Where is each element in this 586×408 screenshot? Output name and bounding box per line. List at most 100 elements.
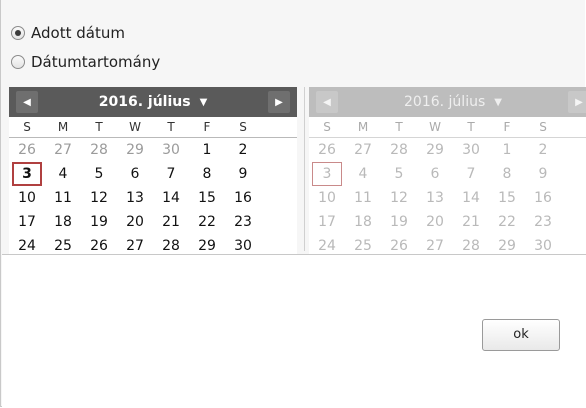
week-row: 34 5 6 7 8 9 xyxy=(309,162,586,186)
day-cell: 12 xyxy=(390,190,408,206)
radio-button-checked[interactable] xyxy=(11,26,25,40)
month-label: 2016. július xyxy=(404,94,486,110)
day-cell[interactable]: 18 xyxy=(45,210,81,234)
weekday-label: T xyxy=(467,120,475,134)
day-cell[interactable]: 26 xyxy=(9,138,45,162)
calendar-divider xyxy=(304,87,305,251)
weekday-label: S xyxy=(323,120,331,134)
day-cell[interactable]: 16 xyxy=(225,186,261,210)
day-cell[interactable]: 27 xyxy=(45,138,81,162)
weekday-header: SMTWTFS xyxy=(9,117,297,138)
week-row: 3456789 xyxy=(9,162,297,186)
day-cell[interactable]: 9 xyxy=(225,162,261,186)
day-cell: 18 xyxy=(354,214,372,230)
option-date-range-label: Dátumtartomány xyxy=(31,53,161,71)
day-cell: 11 xyxy=(354,190,372,206)
weekday-label: S xyxy=(539,120,547,134)
day-cell[interactable]: 28 xyxy=(81,138,117,162)
calendar-header: ◀ 2016. július ▼ ▶ xyxy=(309,87,586,117)
date-picker-dialog: Adott dátum Dátumtartomány ◀ 2016. júliu… xyxy=(0,0,586,407)
week-row: 17 18 19 20 21 22 23 xyxy=(9,210,297,234)
calendar-start: ◀ 2016. július ▼ ▶ SMTWTFS 26 27 28 29 30 1 2 3… xyxy=(9,87,297,282)
day-cell: 22 xyxy=(498,214,516,230)
day-cell[interactable]: 12 xyxy=(81,186,117,210)
day-cell: 29 xyxy=(426,142,444,158)
chevron-right-icon: ▶ xyxy=(567,91,586,113)
month-selector: 2016. július ▼ xyxy=(404,94,502,110)
day-cell: 10 xyxy=(318,190,336,206)
caret-down-icon: ▼ xyxy=(494,96,502,108)
chevron-left-icon[interactable]: ◀ xyxy=(16,91,38,113)
day-cell: 2 xyxy=(538,142,548,158)
radio-button[interactable] xyxy=(11,55,25,69)
day-cell[interactable]: 19 xyxy=(81,210,117,234)
calendar-end: ◀ 2016. július ▼ ▶ SMTWTFS 26 27 28 29 30 1 2 3… xyxy=(309,87,586,282)
day-cell: 14 xyxy=(462,190,480,206)
week-row: 10 11 12 13 14 15 16 xyxy=(9,186,297,210)
caret-down-icon: ▼ xyxy=(199,96,208,108)
day-cell[interactable]: 29 xyxy=(117,138,153,162)
day-cell[interactable]: 6 xyxy=(117,162,153,186)
week-row: 26 27 28 29 30 1 2 xyxy=(9,138,297,162)
day-cell: 6 xyxy=(430,166,440,182)
week-row: 10 11 12 13 14 15 16 xyxy=(309,186,586,210)
ok-button[interactable]: ok xyxy=(482,319,560,351)
day-cell-today[interactable]: 3 xyxy=(12,162,42,186)
weekday-label: S xyxy=(23,120,31,134)
day-cell[interactable]: 15 xyxy=(189,186,225,210)
week-row: 17 18 19 20 21 22 23 xyxy=(309,210,586,234)
day-cell[interactable]: 13 xyxy=(117,186,153,210)
weekday-label: W xyxy=(129,120,141,134)
day-cell-today: 3 xyxy=(312,162,342,186)
day-cell[interactable]: 8 xyxy=(189,162,225,186)
day-cell: 16 xyxy=(534,190,552,206)
day-cell: 7 xyxy=(466,166,476,182)
day-cell: 5 xyxy=(394,166,404,182)
day-cell: 23 xyxy=(534,214,552,230)
day-cell[interactable]: 5 xyxy=(81,162,117,186)
day-cell[interactable]: 14 xyxy=(153,186,189,210)
weekday-label: W xyxy=(429,120,441,134)
day-cell: 9 xyxy=(538,166,548,182)
day-cell: 4 xyxy=(358,166,368,182)
day-cell: 28 xyxy=(390,142,408,158)
weekday-label: T xyxy=(95,120,103,134)
day-cell[interactable]: 21 xyxy=(153,210,189,234)
calendar-header: ◀ 2016. július ▼ ▶ xyxy=(9,87,297,117)
option-specific-date[interactable]: Adott dátum xyxy=(11,22,125,44)
day-cell[interactable]: 11 xyxy=(45,186,81,210)
day-cell[interactable]: 20 xyxy=(117,210,153,234)
month-label: 2016. július xyxy=(98,94,191,110)
day-cell[interactable]: 2 xyxy=(225,138,261,162)
day-cell: 17 xyxy=(318,214,336,230)
weekday-label: S xyxy=(239,120,247,134)
weekday-header: SMTWTFS xyxy=(309,117,586,138)
weekday-label: M xyxy=(57,120,69,134)
day-cell: 27 xyxy=(354,142,372,158)
day-cell[interactable]: 30 xyxy=(153,138,189,162)
day-cell[interactable]: 17 xyxy=(9,210,45,234)
day-cell[interactable]: 7 xyxy=(153,162,189,186)
day-cell: 26 xyxy=(318,142,336,158)
weekday-label: T xyxy=(167,120,175,134)
option-date-range[interactable]: Dátumtartomány xyxy=(11,51,160,73)
chevron-right-icon[interactable]: ▶ xyxy=(268,91,290,113)
weekday-label: F xyxy=(503,120,511,134)
option-specific-date-label: Adott dátum xyxy=(31,24,125,42)
day-cell: 20 xyxy=(426,214,444,230)
weekday-label: M xyxy=(357,120,369,134)
day-cell[interactable]: 23 xyxy=(225,210,261,234)
day-cell[interactable]: 22 xyxy=(189,210,225,234)
weekday-label: T xyxy=(395,120,403,134)
day-cell[interactable]: 10 xyxy=(9,186,45,210)
day-cell: 8 xyxy=(502,166,512,182)
day-cell[interactable]: 4 xyxy=(45,162,81,186)
weekday-label: F xyxy=(203,120,211,134)
week-row: 26 27 28 29 30 1 2 xyxy=(309,138,586,162)
day-cell: 15 xyxy=(498,190,516,206)
month-selector[interactable]: 2016. július ▼ xyxy=(99,94,208,110)
day-cell: 30 xyxy=(462,142,480,158)
day-cell: 1 xyxy=(502,142,512,158)
day-cell: 19 xyxy=(390,214,408,230)
day-cell[interactable]: 1 xyxy=(189,138,225,162)
